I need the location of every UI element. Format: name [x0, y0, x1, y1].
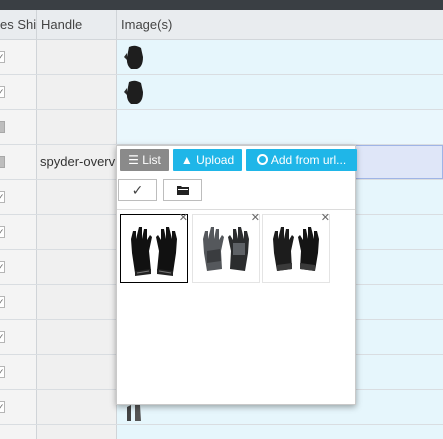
shipping-cell[interactable]: ✓: [0, 215, 37, 249]
checkbox[interactable]: ✓: [0, 191, 5, 203]
shipping-cell[interactable]: ✓: [0, 75, 37, 109]
handle-cell[interactable]: [37, 320, 117, 354]
glove-thumbnail-icon[interactable]: [121, 78, 149, 106]
add-from-url-button[interactable]: Add from url...: [246, 149, 357, 171]
folder-icon: [176, 186, 189, 195]
handle-cell: [37, 425, 117, 439]
shipping-cell[interactable]: ✓: [0, 180, 37, 214]
shipping-cell[interactable]: [0, 110, 37, 144]
images-cell: [117, 425, 443, 439]
checkbox[interactable]: ✓: [0, 331, 5, 343]
handle-cell[interactable]: [37, 110, 117, 144]
handle-cell[interactable]: [37, 215, 117, 249]
images-cell[interactable]: [117, 75, 443, 109]
images-cell[interactable]: [117, 110, 443, 144]
image-manager-popup: ☰ List ▲ Upload Add from url... ✓ ✕ ✕ ✕: [116, 145, 357, 405]
folder-button[interactable]: [163, 179, 202, 201]
checkbox[interactable]: ✓: [0, 51, 5, 63]
handle-cell[interactable]: [37, 250, 117, 284]
table-row[interactable]: [0, 110, 443, 145]
shipping-cell[interactable]: ✓: [0, 285, 37, 319]
handle-cell[interactable]: [37, 75, 117, 109]
shipping-cell[interactable]: ✓: [0, 390, 37, 424]
handle-cell[interactable]: [37, 180, 117, 214]
col-header-images[interactable]: Image(s): [117, 10, 443, 39]
handle-cell[interactable]: [37, 390, 117, 424]
checkbox[interactable]: ✓: [0, 261, 5, 273]
image-tile[interactable]: ✕: [262, 212, 330, 283]
grid-header: es Shi Handle Image(s): [0, 10, 443, 40]
checkbox[interactable]: ✓: [0, 366, 5, 378]
shipping-cell[interactable]: ✓: [0, 40, 37, 74]
handle-cell[interactable]: [37, 285, 117, 319]
link-icon: [256, 154, 268, 165]
handle-cell[interactable]: [37, 355, 117, 389]
checkbox[interactable]: [0, 156, 5, 168]
table-row[interactable]: ✓: [0, 40, 443, 75]
divider: [117, 209, 355, 210]
checkbox[interactable]: ✓: [0, 296, 5, 308]
shipping-cell[interactable]: ✓: [0, 250, 37, 284]
table-row[interactable]: ✓: [0, 75, 443, 110]
grey-gloves-image: [203, 227, 249, 271]
black-gloves-image: [273, 227, 319, 271]
glove-thumbnail-icon[interactable]: [121, 43, 149, 71]
black-gloves-image: [131, 227, 177, 276]
shipping-cell: [0, 425, 37, 439]
upload-button[interactable]: ▲ Upload: [173, 149, 242, 171]
checkbox[interactable]: ✓: [0, 401, 5, 413]
list-button[interactable]: ☰ List: [120, 149, 169, 171]
shipping-cell[interactable]: [0, 145, 37, 179]
col-header-handle[interactable]: Handle: [37, 10, 117, 39]
checkbox[interactable]: [0, 121, 5, 133]
add-from-url-label: Add from url...: [270, 153, 347, 167]
top-bar: [0, 0, 443, 10]
images-cell[interactable]: [117, 40, 443, 74]
handle-cell[interactable]: [37, 40, 117, 74]
shipping-cell[interactable]: ✓: [0, 320, 37, 354]
handle-cell[interactable]: spyder-overv: [37, 145, 117, 179]
shipping-cell[interactable]: ✓: [0, 355, 37, 389]
image-tile[interactable]: ✕: [120, 212, 188, 283]
checkbox[interactable]: ✓: [0, 226, 5, 238]
check-icon: ✓: [131, 182, 144, 198]
select-all-button[interactable]: ✓: [118, 179, 157, 201]
checkbox[interactable]: ✓: [0, 86, 5, 98]
image-tile[interactable]: ✕: [192, 212, 260, 283]
col-header-ship[interactable]: es Shi: [0, 10, 37, 39]
table-row[interactable]: [0, 425, 443, 439]
